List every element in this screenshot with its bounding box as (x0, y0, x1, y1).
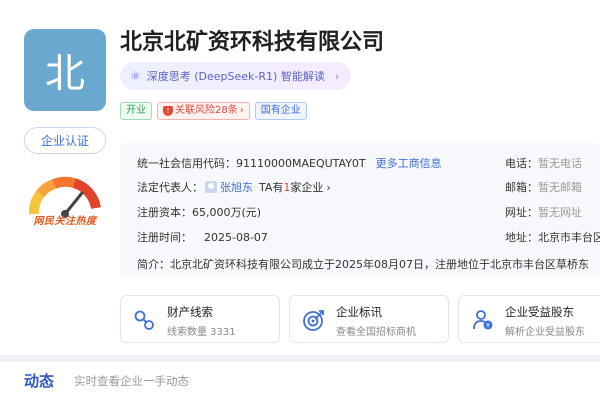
heat-label: 网民关注热度 (33, 216, 97, 227)
capital-label: 注册资本： (137, 206, 192, 219)
legal-rep-row: 法定代表人： 张旭东 TA有 1 家企业 › (137, 179, 331, 195)
reg-time-value: 2025-08-07 (204, 230, 268, 244)
shield-icon: ! (163, 106, 173, 116)
chevron-right-icon: › (334, 69, 340, 83)
bid-info-card[interactable]: 企业标讯 查看全国招标商机 (289, 295, 449, 343)
card-title: 企业标讯 (336, 305, 382, 319)
capital-row: 注册资本： 65,000万(元) (137, 204, 261, 220)
phone-label: 电话： (505, 157, 538, 170)
address-label: 地址： (505, 231, 538, 244)
credit-code-value: 91110000MAEQUTAY0T (236, 156, 366, 170)
address-row: 地址： 北京市丰台区 (505, 229, 600, 245)
property-clue-icon (134, 310, 154, 330)
more-business-info-link[interactable]: 更多工商信息 (376, 155, 442, 171)
website-value: 暂无网址 (538, 206, 582, 219)
website-label: 网址： (505, 206, 538, 219)
dynamics-title[interactable]: 动态 (24, 370, 54, 391)
company-header-card: 北 企业认证 网民关注热度 北京北矿资环科技有限公司 ⚛ 深度思考 (DeepS… (0, 0, 600, 355)
email-row: 邮箱： 暂无邮箱 (505, 179, 582, 195)
intro-value: 北京北矿资环科技有限公司成立于2025年08月07日，注册地位于北京市丰台区草桥… (170, 258, 589, 271)
chevron-right-icon: › (239, 105, 244, 116)
intro-row: 简介： 北京北矿资环科技有限公司成立于2025年08月07日，注册地位于北京市丰… (137, 256, 597, 272)
property-clue-card[interactable]: 财产线索 线索数量 3331 (120, 295, 280, 343)
risk-tag[interactable]: ! 关联风险28条 › (157, 102, 250, 120)
cert-label: 企业认证 (40, 134, 89, 148)
phone-row: 电话： 暂无电话 (505, 155, 582, 171)
website-row: 网址： 暂无网址 (505, 204, 582, 220)
ownership-tag: 国有企业 (254, 102, 307, 120)
credit-code-row: 统一社会信用代码： 91110000MAEQUTAY0T 更多工商信息 (137, 155, 442, 171)
card-subtitle: 线索数量 3331 (167, 327, 236, 338)
atom-icon: ⚛ (130, 69, 141, 83)
bid-target-icon (303, 310, 324, 331)
reg-time-row: 注册时间： 2025-08-07 (137, 229, 268, 245)
status-tag-label: 开业 (126, 105, 146, 116)
card-subtitle: 查看全国招标商机 (336, 327, 416, 338)
legal-rep-name-link[interactable]: 张旭东 (220, 179, 253, 195)
company-name: 北京北矿资环科技有限公司 (120, 30, 385, 55)
company-logo-char: 北 (45, 51, 85, 97)
risk-tag-label: 关联风险28条 (175, 105, 238, 116)
enterprise-certification-button[interactable]: 企业认证 (24, 127, 106, 154)
capital-value: 65,000万(元) (192, 206, 262, 219)
dynamics-section-header: 动态 实时查看企业一手动态 (0, 362, 600, 400)
legal-rep-suffix: 家企业 (290, 181, 324, 194)
card-title: 企业受益股东 (505, 305, 574, 319)
card-subtitle: 解析企业受益股东 (505, 327, 585, 338)
business-info-panel: 统一社会信用代码： 91110000MAEQUTAY0T 更多工商信息 法定代表… (120, 143, 600, 277)
company-logo: 北 (24, 29, 106, 111)
legal-rep-label: 法定代表人： (137, 181, 203, 194)
beneficial-shareholder-card[interactable]: ¥ 企业受益股东 解析企业受益股东 (458, 295, 600, 343)
email-value: 暂无邮箱 (538, 181, 582, 194)
ai-interpret-button[interactable]: ⚛ 深度思考 (DeepSeek-R1) 智能解读 › (120, 62, 352, 90)
shareholder-icon: ¥ (473, 310, 493, 330)
status-tags: 开业 ! 关联风险28条 › 国有企业 (120, 102, 307, 120)
reg-time-label: 注册时间： (137, 231, 192, 244)
ai-label: 深度思考 (DeepSeek-R1) 智能解读 (146, 70, 325, 83)
svg-text:¥: ¥ (486, 323, 490, 330)
status-tag-open: 开业 (120, 102, 152, 120)
feature-cards: 财产线索 线索数量 3331 企业标讯 查看全国招标商机 ¥ 企业受益股东 解析… (120, 295, 600, 343)
chevron-right-icon[interactable]: › (326, 181, 330, 194)
phone-value: 暂无电话 (538, 157, 582, 170)
address-value: 北京市丰台区 (538, 231, 600, 244)
legal-rep-count: 1 (283, 180, 291, 194)
legal-rep-prefix: TA有 (259, 181, 284, 194)
ownership-tag-label: 国有企业 (260, 105, 301, 116)
intro-label: 简介： (137, 258, 170, 271)
dynamics-subtitle: 实时查看企业一手动态 (74, 374, 189, 388)
card-title: 财产线索 (167, 305, 213, 319)
person-icon (205, 181, 217, 193)
email-label: 邮箱： (505, 181, 538, 194)
credit-code-label: 统一社会信用代码： (137, 157, 236, 170)
